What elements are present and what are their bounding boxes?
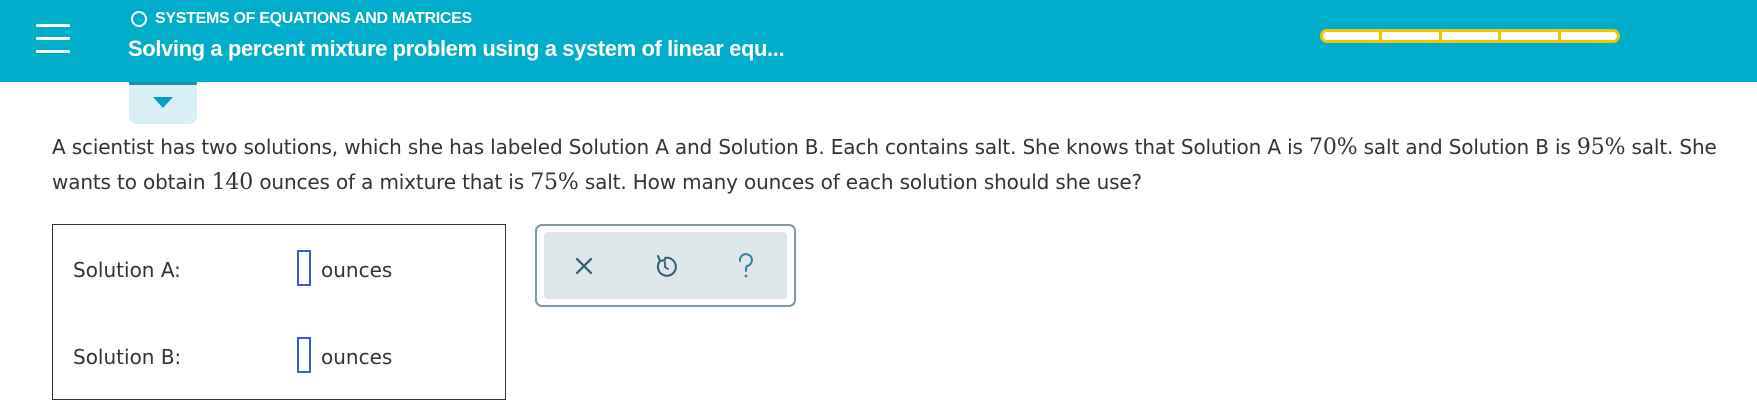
- answer-tools-panel: [535, 224, 796, 307]
- topic-label: SYSTEMS OF EQUATIONS AND MATRICES: [131, 10, 472, 28]
- question-part: salt and Solution B is: [1357, 135, 1577, 159]
- question-part: ounces of a mixture that is: [253, 170, 531, 194]
- progress-segment: [1442, 32, 1502, 40]
- solution-a-label: Solution A:: [73, 258, 181, 282]
- percent-solution-a: 70%: [1309, 135, 1358, 160]
- mixture-amount: 140: [211, 170, 254, 195]
- question-part: salt. How many ounces of each solution s…: [578, 170, 1142, 194]
- undo-button[interactable]: [645, 246, 685, 286]
- answer-panel: Solution A: ounces Solution B: ounces: [52, 224, 506, 400]
- topic-circle-icon: [131, 11, 147, 27]
- help-icon: [738, 253, 753, 278]
- expand-header-tab[interactable]: [129, 82, 197, 124]
- solution-a-unit: ounces: [321, 258, 393, 282]
- solution-b-input[interactable]: [297, 337, 311, 373]
- progress-segment: [1382, 32, 1442, 40]
- question-text: A scientist has two solutions, which she…: [52, 130, 1757, 200]
- help-button[interactable]: [726, 246, 766, 286]
- progress-segment: [1561, 32, 1617, 40]
- lesson-title: Solving a percent mixture problem using …: [128, 36, 785, 61]
- answer-row-solution-a: Solution A: ounces: [53, 250, 505, 290]
- progress-segment: [1323, 32, 1383, 40]
- solution-a-input[interactable]: [297, 250, 311, 286]
- answer-tools-inner: [544, 232, 787, 299]
- answer-row-solution-b: Solution B: ounces: [53, 337, 505, 377]
- progress-bar: [1320, 29, 1620, 43]
- solution-b-unit: ounces: [321, 345, 393, 369]
- close-icon: [575, 257, 593, 275]
- solution-b-label: Solution B:: [73, 345, 182, 369]
- question-part: A scientist has two solutions, which she…: [52, 135, 1309, 159]
- topic-text: SYSTEMS OF EQUATIONS AND MATRICES: [155, 10, 472, 27]
- undo-icon: [656, 255, 677, 277]
- chevron-down-icon: [153, 97, 173, 108]
- hamburger-menu-icon[interactable]: [36, 24, 70, 54]
- percent-solution-b: 95%: [1576, 135, 1626, 160]
- progress-segment: [1501, 32, 1561, 40]
- top-header-bar: SYSTEMS OF EQUATIONS AND MATRICES Solvin…: [0, 0, 1757, 82]
- percent-mixture: 75%: [530, 170, 579, 195]
- clear-button[interactable]: [564, 246, 604, 286]
